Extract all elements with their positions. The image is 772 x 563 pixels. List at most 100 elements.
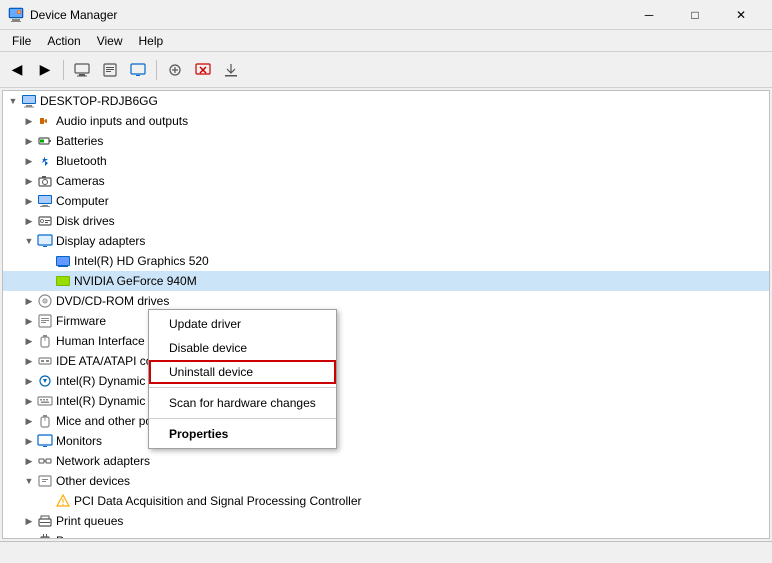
- tree-item-displayadapters[interactable]: ▼ Display adapters: [3, 231, 769, 251]
- window-controls: ─ □ ✕: [626, 0, 764, 30]
- tree-item-audio[interactable]: ▶ Audio inputs and outputs: [3, 111, 769, 131]
- displayadapters-label: Display adapters: [56, 234, 145, 248]
- forward-button[interactable]: ▶: [32, 57, 58, 83]
- context-separator-2: [149, 418, 336, 419]
- intel-gpu-icon: [55, 253, 71, 269]
- tree-item-printqueues[interactable]: ▶ Print queues: [3, 511, 769, 531]
- firmware-icon: [37, 313, 53, 329]
- context-update-driver[interactable]: Update driver: [149, 312, 336, 336]
- window-title: Device Manager: [30, 8, 626, 22]
- printqueues-expander[interactable]: ▶: [21, 513, 37, 529]
- computer-expander[interactable]: ▶: [21, 193, 37, 209]
- context-uninstall-device[interactable]: Uninstall device: [149, 360, 336, 384]
- diskdrives-icon: [37, 213, 53, 229]
- tree-item-computer[interactable]: ▶ Computer: [3, 191, 769, 211]
- tree-item-humaninterf[interactable]: ▶ Human Interface Devices: [3, 331, 769, 351]
- close-button[interactable]: ✕: [718, 0, 764, 30]
- firmware-expander[interactable]: ▶: [21, 313, 37, 329]
- toolbar-sep-2: [156, 60, 157, 80]
- toolbar: ◀ ▶: [0, 52, 772, 88]
- networkadapters-label: Network adapters: [56, 454, 150, 468]
- audio-icon: [37, 113, 53, 129]
- networkadapters-expander[interactable]: ▶: [21, 453, 37, 469]
- root-expander[interactable]: ▼: [5, 93, 21, 109]
- bluetooth-expander[interactable]: ▶: [21, 153, 37, 169]
- context-scan-hardware[interactable]: Scan for hardware changes: [149, 391, 336, 415]
- tree-item-keyboards[interactable]: ▶ Intel(R) Dynamic Platform...: [3, 391, 769, 411]
- cameras-icon: [37, 173, 53, 189]
- tree-item-ideata[interactable]: ▶ IDE ATA/ATAPI controllers: [3, 351, 769, 371]
- tree-panel: ▼ DESKTOP-RDJB6GG ▶: [2, 90, 770, 539]
- nvidia-gpu-icon: [55, 273, 71, 289]
- processors-icon: [37, 533, 53, 538]
- mice-expander[interactable]: ▶: [21, 413, 37, 429]
- humaninterf-icon: [37, 333, 53, 349]
- monitors-icon: [37, 433, 53, 449]
- status-bar: [0, 541, 772, 563]
- bluetooth-label: Bluetooth: [56, 154, 107, 168]
- computer-icon-btn[interactable]: [69, 57, 95, 83]
- dvd-icon: [37, 293, 53, 309]
- maximize-button[interactable]: □: [672, 0, 718, 30]
- tree-item-batteries[interactable]: ▶ Batteries: [3, 131, 769, 151]
- tree-item-firmware[interactable]: ▶ Firmware: [3, 311, 769, 331]
- tree-item-mice[interactable]: ▶ Mice and other pointing devices: [3, 411, 769, 431]
- context-properties[interactable]: Properties: [149, 422, 336, 446]
- bluetooth-icon: [37, 153, 53, 169]
- diskdrives-expander[interactable]: ▶: [21, 213, 37, 229]
- context-separator-1: [149, 387, 336, 388]
- menu-item-action[interactable]: Action: [39, 32, 88, 50]
- tree-item-processors[interactable]: ▶ Processors: [3, 531, 769, 538]
- properties-icon-btn[interactable]: [97, 57, 123, 83]
- tree-item-pcidata[interactable]: ▶ ! PCI Data Acquisition and Signal Proc…: [3, 491, 769, 511]
- toolbar-sep-1: [63, 60, 64, 80]
- tree-item-cameras[interactable]: ▶ Cameras: [3, 171, 769, 191]
- diskdrives-label: Disk drives: [56, 214, 115, 228]
- computer-label: Computer: [56, 194, 109, 208]
- displayadapters-icon: [37, 233, 53, 249]
- tree-item-diskdrives[interactable]: ▶ Disk drives: [3, 211, 769, 231]
- dvd-expander[interactable]: ▶: [21, 293, 37, 309]
- back-button[interactable]: ◀: [4, 57, 30, 83]
- tree-item-intel-gpu[interactable]: ▶ Intel(R) HD Graphics 520: [3, 251, 769, 271]
- remove-icon-btn[interactable]: [190, 57, 216, 83]
- processors-label: Processors: [56, 534, 116, 538]
- tree-item-monitors[interactable]: ▶ Monitors: [3, 431, 769, 451]
- tree-item-nvidia[interactable]: ▶ NVIDIA GeForce 940M: [3, 271, 769, 291]
- ideata-expander[interactable]: ▶: [21, 353, 37, 369]
- nvidia-gpu-label: NVIDIA GeForce 940M: [74, 274, 197, 288]
- download-icon-btn[interactable]: [218, 57, 244, 83]
- menu-bar: FileActionViewHelp: [0, 30, 772, 52]
- printqueues-label: Print queues: [56, 514, 123, 528]
- pcidata-icon: !: [55, 493, 71, 509]
- scan-icon-btn[interactable]: [162, 57, 188, 83]
- tree-item-bluetooth[interactable]: ▶ Bluetooth: [3, 151, 769, 171]
- tree-scroll[interactable]: ▼ DESKTOP-RDJB6GG ▶: [3, 91, 769, 538]
- minimize-button[interactable]: ─: [626, 0, 672, 30]
- cameras-expander[interactable]: ▶: [21, 173, 37, 189]
- tree-root[interactable]: ▼ DESKTOP-RDJB6GG: [3, 91, 769, 111]
- processors-expander[interactable]: ▶: [21, 533, 37, 538]
- monitors-label: Monitors: [56, 434, 102, 448]
- menu-item-help[interactable]: Help: [131, 32, 172, 50]
- context-disable-device[interactable]: Disable device: [149, 336, 336, 360]
- monitor-icon-btn[interactable]: [125, 57, 151, 83]
- batteries-expander[interactable]: ▶: [21, 133, 37, 149]
- humaninterf-expander[interactable]: ▶: [21, 333, 37, 349]
- tree-item-inteldyn[interactable]: ▶ Intel(R) Dynamic Platform...: [3, 371, 769, 391]
- batteries-label: Batteries: [56, 134, 103, 148]
- audio-expander[interactable]: ▶: [21, 113, 37, 129]
- tree-item-otherdevices[interactable]: ▼ Other devices: [3, 471, 769, 491]
- keyboards-expander[interactable]: ▶: [21, 393, 37, 409]
- menu-item-view[interactable]: View: [89, 32, 131, 50]
- displayadapters-expander[interactable]: ▼: [21, 233, 37, 249]
- menu-item-file[interactable]: File: [4, 32, 39, 50]
- pcidata-label: PCI Data Acquisition and Signal Processi…: [74, 494, 361, 508]
- inteldyn-expander[interactable]: ▶: [21, 373, 37, 389]
- monitors-expander[interactable]: ▶: [21, 433, 37, 449]
- tree-item-dvd[interactable]: ▶ DVD/CD-ROM drives: [3, 291, 769, 311]
- context-menu: Update driver Disable device Uninstall d…: [148, 309, 337, 449]
- main-container: ▼ DESKTOP-RDJB6GG ▶: [0, 88, 772, 541]
- tree-item-networkadapters[interactable]: ▶ Network adapters: [3, 451, 769, 471]
- otherdevices-expander[interactable]: ▼: [21, 473, 37, 489]
